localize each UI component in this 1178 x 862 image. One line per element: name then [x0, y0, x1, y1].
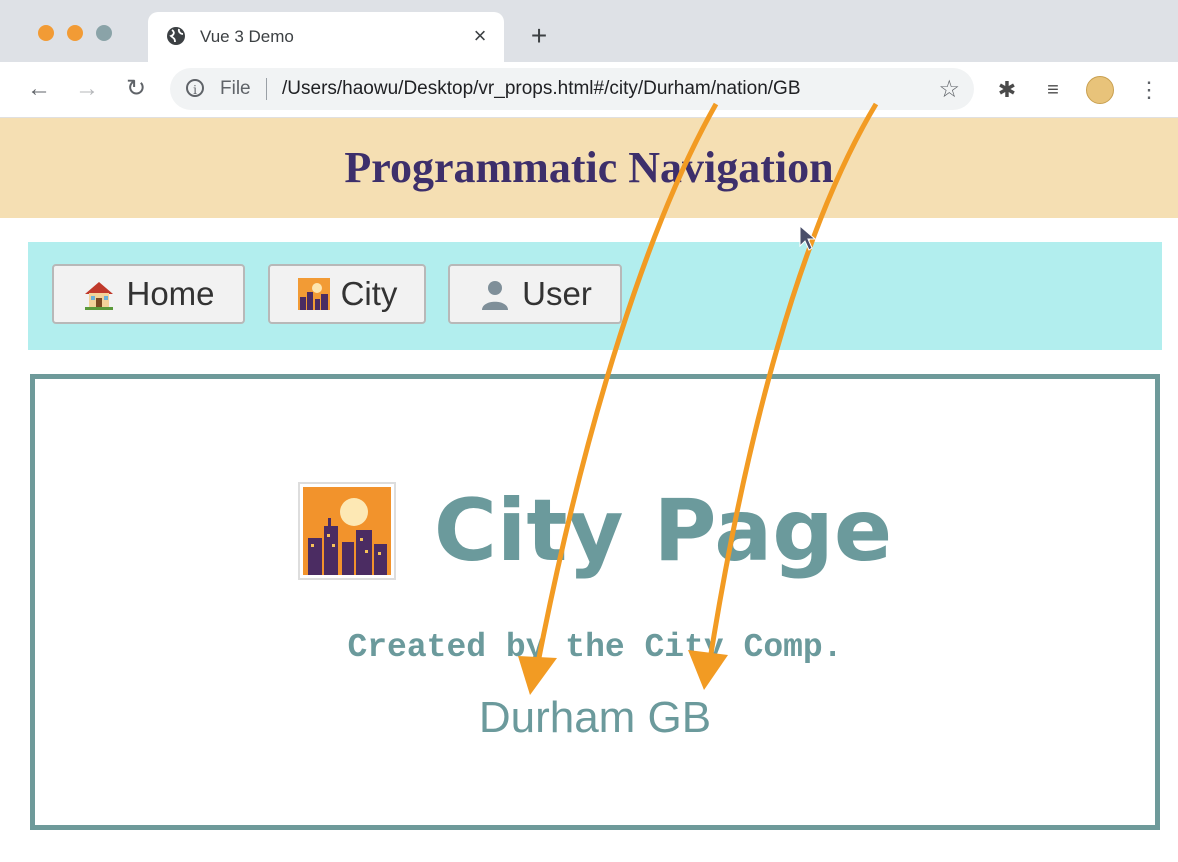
page-title: Programmatic Navigation	[344, 143, 834, 192]
route-params-text: Durham GB	[478, 693, 712, 742]
browser-menu-icon[interactable]: ⋮	[1138, 76, 1160, 104]
city-heading-row: City Page	[35, 479, 1155, 583]
address-bar[interactable]: i File /Users/haowu/Desktop/vr_props.htm…	[170, 68, 974, 110]
city-nav-label: City	[340, 275, 398, 312]
close-tab-icon[interactable]: ×	[466, 22, 494, 50]
tab-strip: Vue 3 Demo × +	[0, 0, 1178, 62]
tab-title: Vue 3 Demo	[200, 27, 294, 46]
router-view-container: City Page Created by the City Comp. Durh…	[30, 374, 1160, 830]
city-credit-text: Created by the City Comp.	[347, 629, 843, 666]
tab-vue-demo[interactable]: Vue 3 Demo ×	[148, 12, 504, 62]
user-nav-label: User	[522, 275, 592, 312]
url-text[interactable]: /Users/haowu/Desktop/vr_props.html#/city…	[282, 78, 801, 100]
forward-button[interactable]: →	[72, 74, 102, 104]
back-button[interactable]: ←	[24, 74, 54, 104]
scheme-label: File	[220, 78, 251, 99]
profile-avatar[interactable]	[1086, 76, 1114, 104]
route-nav-bar: Home City User	[28, 242, 1162, 350]
city-nav-button[interactable]: City	[268, 264, 426, 324]
extensions-puzzle-icon[interactable]: ✱	[994, 77, 1020, 103]
page-header: Programmatic Navigation	[0, 118, 1178, 218]
user-nav-button[interactable]: User	[448, 264, 622, 324]
zoom-window-button[interactable]	[96, 25, 112, 41]
reload-button[interactable]: ↻	[121, 74, 151, 104]
city-page-heading: City Page	[433, 481, 893, 581]
address-separator	[266, 78, 267, 100]
bookmark-star-icon[interactable]: ☆	[938, 75, 960, 104]
home-nav-label: Home	[126, 275, 215, 312]
minimize-window-button[interactable]	[67, 25, 83, 41]
globe-icon	[167, 27, 185, 45]
cityscape-icon	[297, 278, 330, 310]
media-control-icon[interactable]: ≡	[1040, 77, 1066, 103]
close-window-button[interactable]	[38, 25, 54, 41]
browser-toolbar: ← → ↻ i File /Users/haowu/Desktop/vr_pro…	[0, 62, 1178, 118]
info-icon[interactable]: i	[186, 79, 204, 97]
new-tab-button[interactable]: +	[524, 22, 554, 52]
cityscape-icon	[297, 482, 396, 580]
page-viewport: Programmatic Navigation Home City User C…	[0, 118, 1178, 862]
home-nav-button[interactable]: Home	[52, 264, 245, 324]
person-icon	[482, 281, 509, 310]
browser-window: Vue 3 Demo × + ← → ↻ i File /Users/haowu…	[0, 0, 1178, 862]
house-icon	[85, 282, 114, 310]
